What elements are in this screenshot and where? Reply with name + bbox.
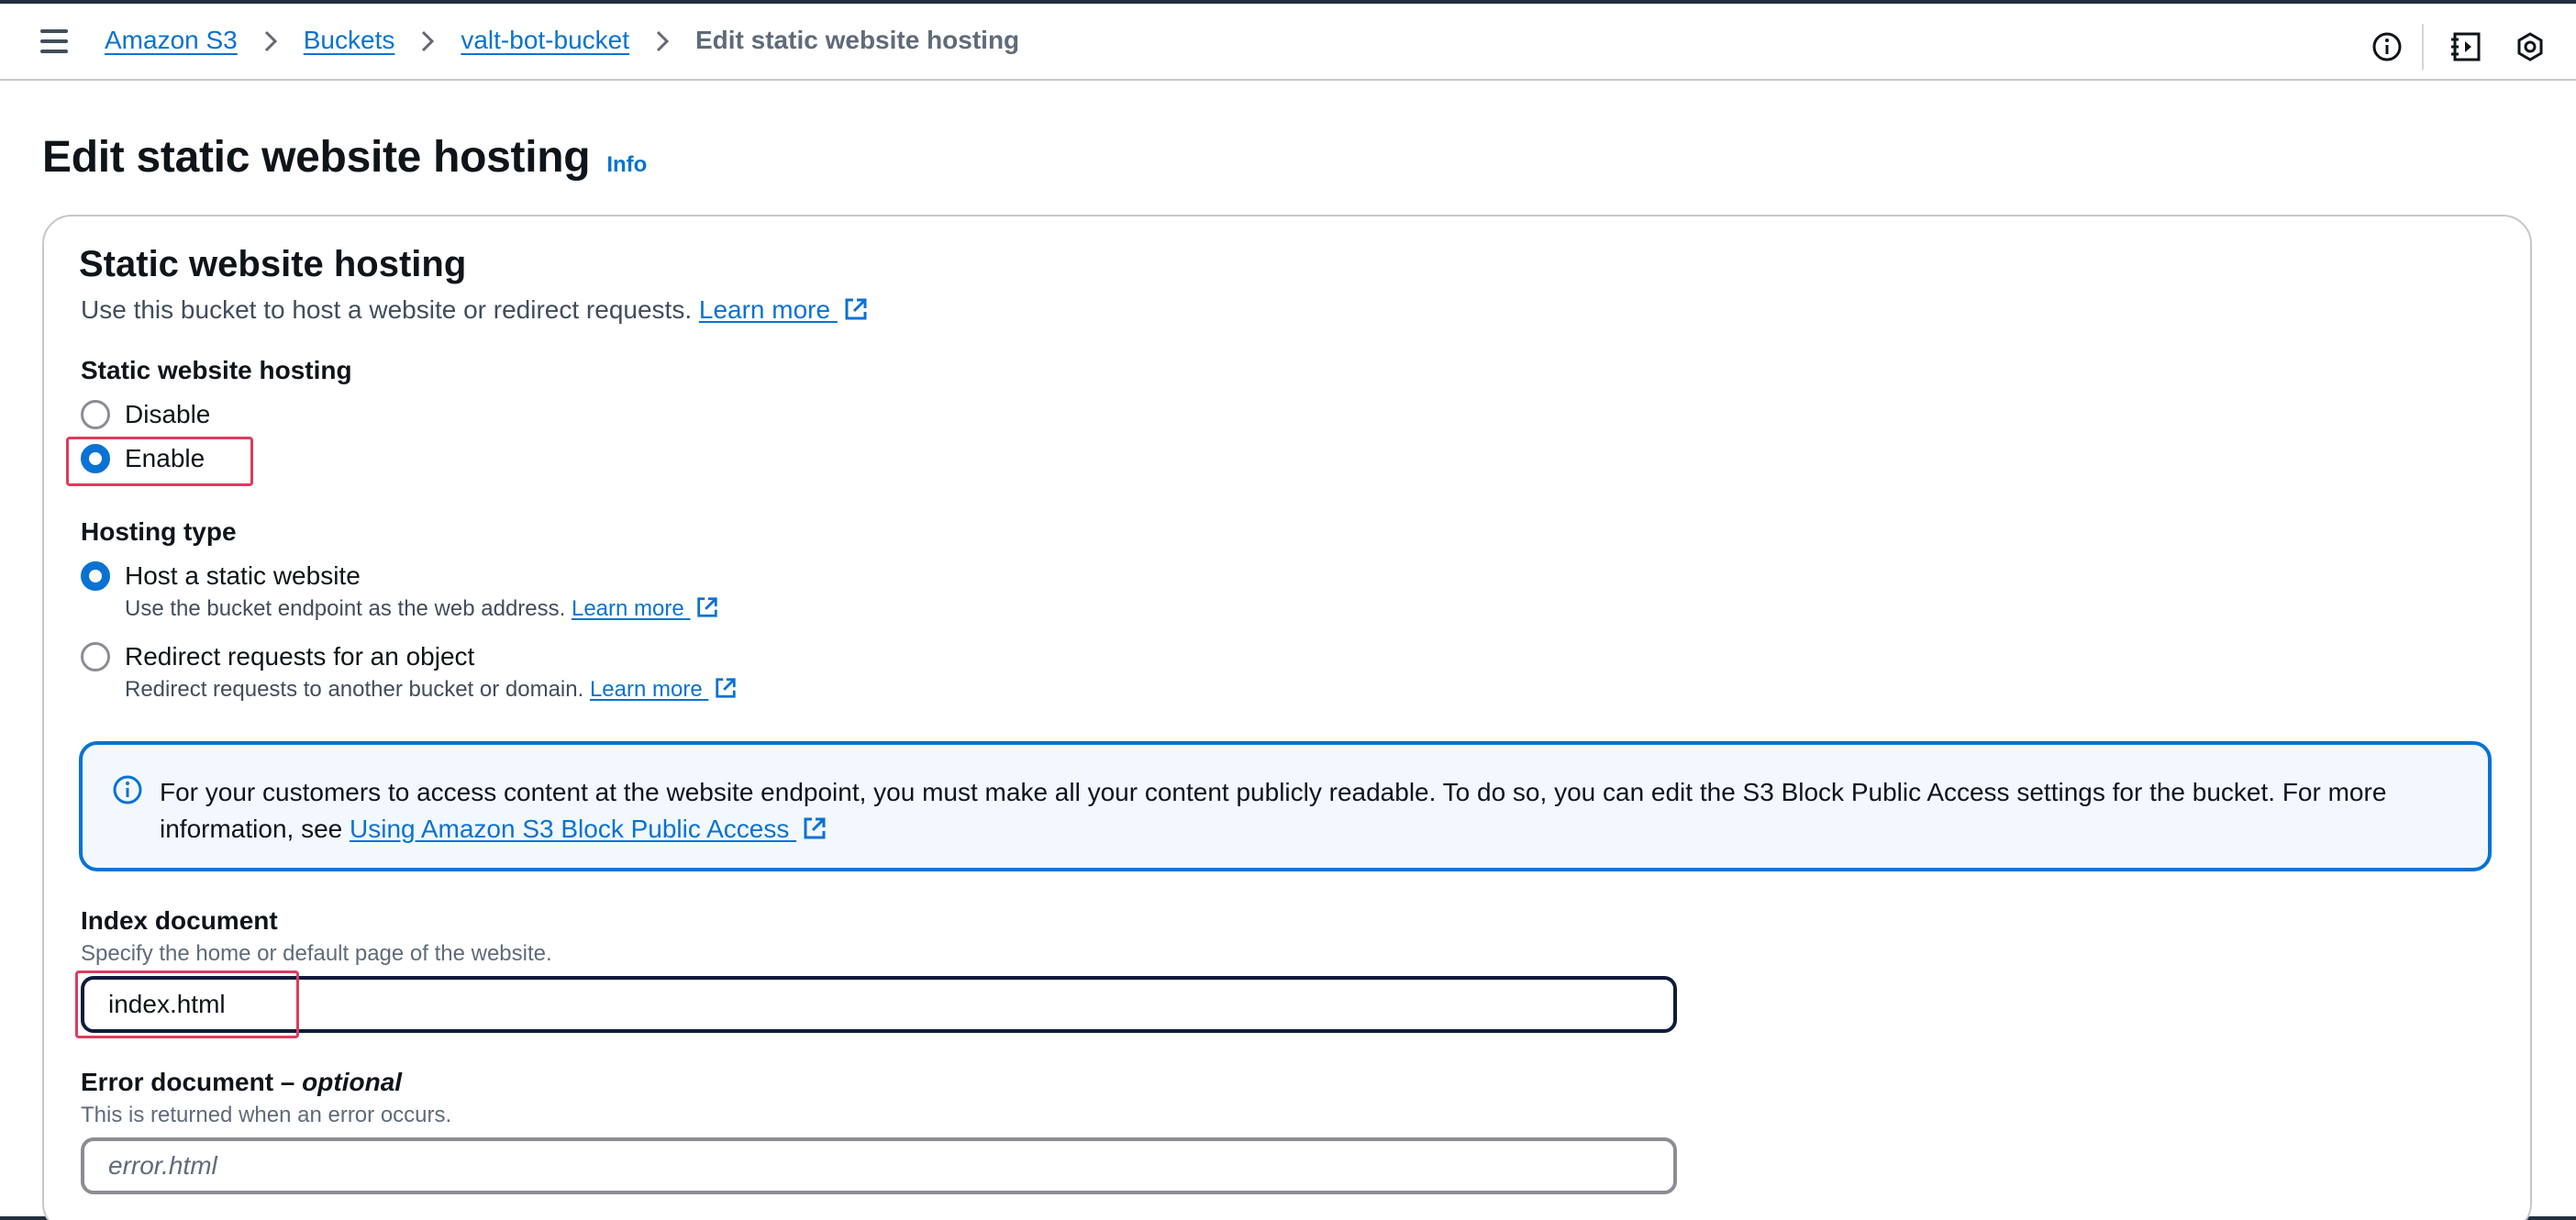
section-title: Static website hosting	[79, 244, 467, 284]
page-title: Edit static website hosting	[42, 133, 591, 182]
error-document-description: This is returned when an error occurs.	[81, 1103, 452, 1127]
radio-label: Host a static website	[125, 561, 361, 590]
breadcrumb: Amazon S3 Buckets valt-bot-bucket Edit s…	[105, 26, 1019, 55]
radio-button[interactable]	[81, 400, 110, 429]
radio-label: Disable	[125, 400, 211, 428]
side-panel-icon[interactable]	[2448, 28, 2484, 65]
radio-redirect-requests[interactable]: Redirect requests for an object	[81, 642, 474, 671]
radio-label: Enable	[125, 444, 205, 472]
radio-host-static-website[interactable]: Host a static website	[81, 561, 361, 591]
hexagon-settings-icon[interactable]	[2512, 28, 2548, 65]
toolbar-divider	[2422, 24, 2424, 70]
error-document-input[interactable]	[81, 1137, 1677, 1194]
external-link-icon	[697, 597, 718, 617]
hosting-type-label: Hosting type	[81, 517, 237, 546]
chevron-right-icon	[655, 27, 670, 54]
radio-description: Use the bucket endpoint as the web addre…	[125, 595, 719, 622]
radio-button-selected[interactable]	[81, 561, 110, 591]
learn-more-link[interactable]: Learn more	[572, 596, 719, 621]
top-navigation-bar: Amazon S3 Buckets valt-bot-bucket Edit s…	[0, 4, 2576, 81]
radio-disable[interactable]: Disable	[81, 400, 210, 429]
radio-description-text: Redirect requests to another bucket or d…	[125, 677, 584, 702]
radio-description-text: Use the bucket endpoint as the web addre…	[125, 596, 566, 621]
radio-label: Redirect requests for an object	[125, 642, 475, 671]
info-link[interactable]: Info	[606, 152, 647, 178]
top-right-tools	[2369, 24, 2548, 70]
chevron-right-icon	[263, 27, 278, 54]
settings-container	[42, 215, 2532, 1220]
block-public-access-link[interactable]: Using Amazon S3 Block Public Access	[350, 815, 827, 843]
index-document-label: Index document	[81, 906, 278, 935]
radio-button[interactable]	[81, 642, 110, 671]
radio-enable[interactable]: Enable	[81, 444, 205, 473]
info-circle-icon	[113, 775, 142, 804]
hamburger-menu-icon[interactable]	[40, 29, 68, 53]
external-link-icon	[845, 298, 867, 320]
page-header: Edit static website hosting Info	[42, 132, 647, 183]
external-link-icon	[804, 817, 826, 839]
error-document-label: Error document – optional	[81, 1068, 403, 1096]
section-description: Use this bucket to host a website or red…	[81, 295, 869, 325]
learn-more-link[interactable]: Learn more	[590, 677, 738, 702]
alert-message: For your customers to access content at …	[160, 774, 2471, 848]
chevron-right-icon	[420, 27, 435, 54]
section-description-text: Use this bucket to host a website or red…	[81, 295, 693, 324]
radio-description: Redirect requests to another bucket or d…	[125, 676, 738, 703]
external-link-icon	[716, 678, 737, 698]
info-alert: For your customers to access content at …	[79, 741, 2492, 871]
error-document-label-text: Error document	[81, 1068, 274, 1096]
index-document-input[interactable]	[81, 976, 1677, 1033]
hosting-group-label: Static website hosting	[81, 356, 352, 384]
index-document-description: Specify the home or default page of the …	[81, 941, 552, 966]
breadcrumb-bucket-name[interactable]: valt-bot-bucket	[461, 26, 629, 55]
learn-more-link[interactable]: Learn more	[699, 295, 869, 324]
breadcrumb-amazon-s3[interactable]: Amazon S3	[105, 26, 238, 55]
radio-button-selected[interactable]	[81, 444, 110, 473]
breadcrumb-current: Edit static website hosting	[695, 26, 1020, 54]
breadcrumb-buckets[interactable]: Buckets	[304, 26, 395, 55]
info-circle-icon[interactable]	[2369, 28, 2405, 65]
optional-tag: optional	[302, 1068, 403, 1096]
